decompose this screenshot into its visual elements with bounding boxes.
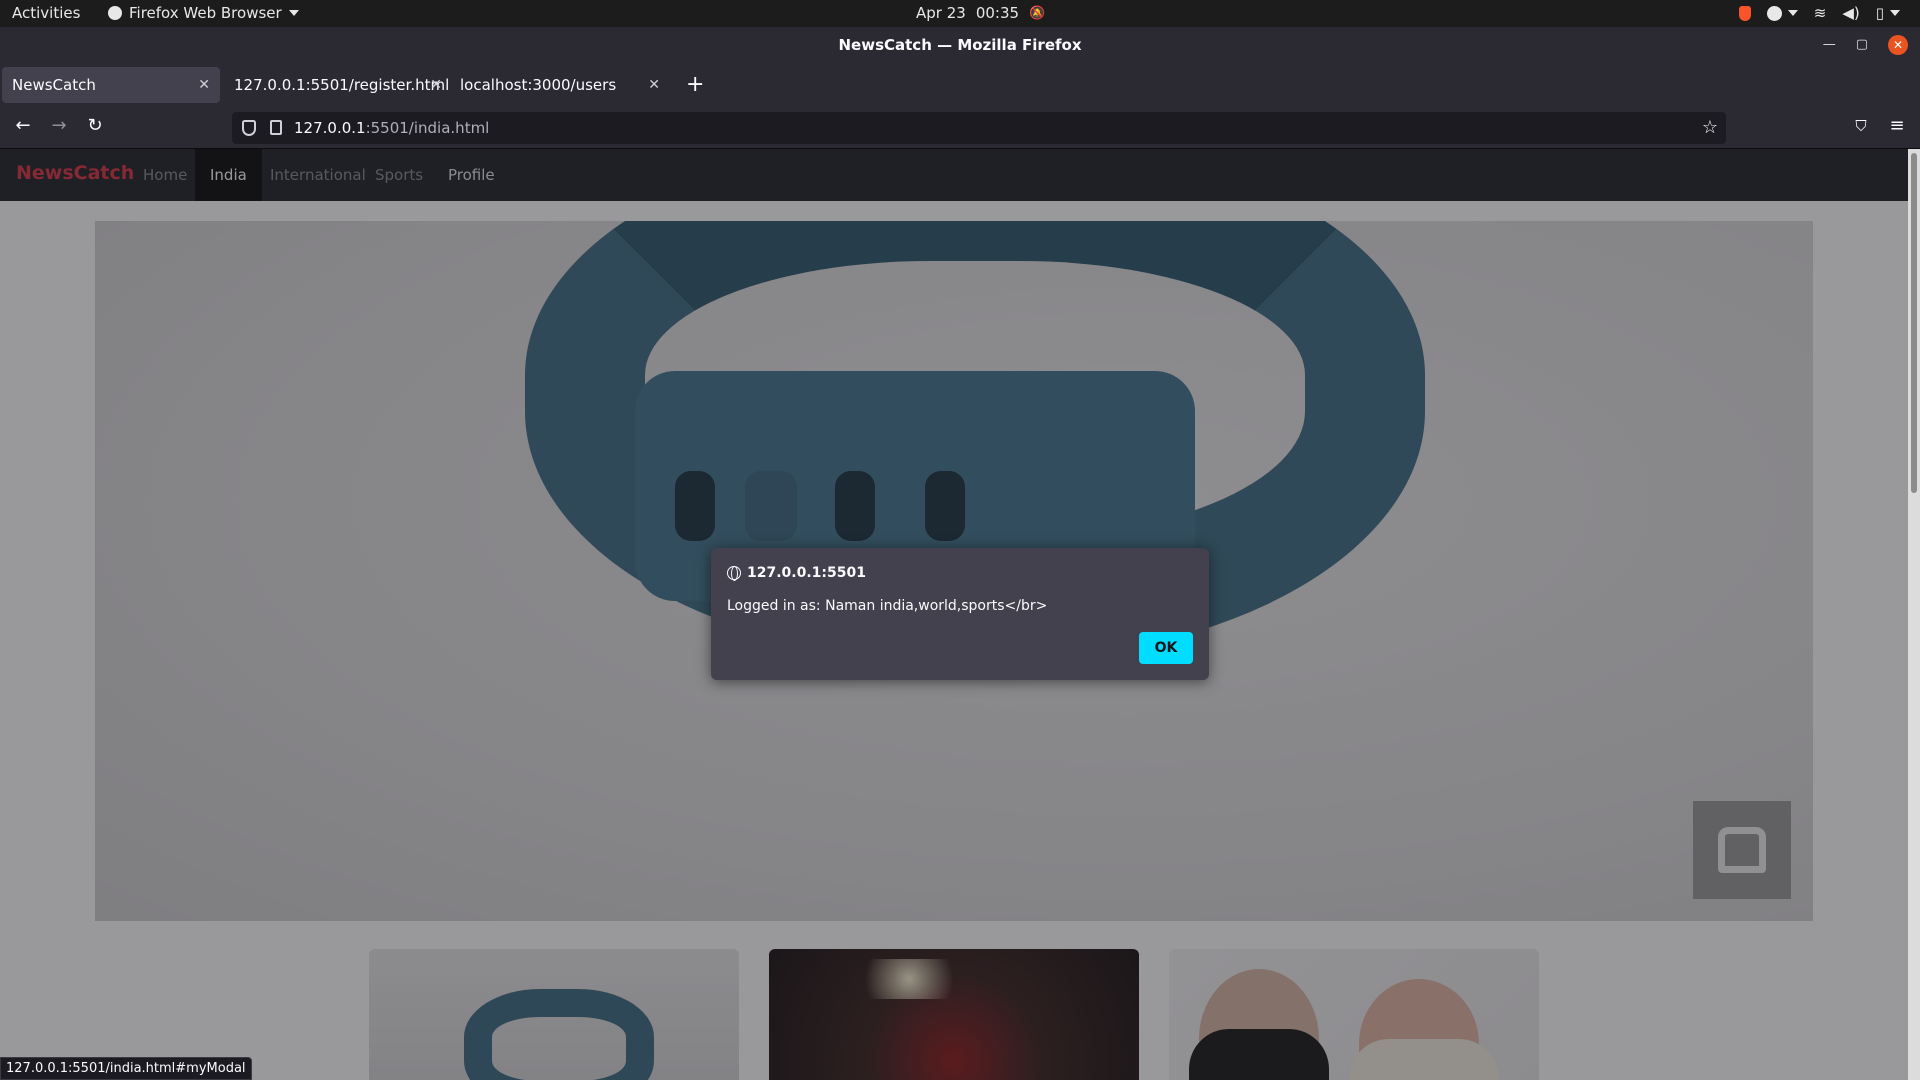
tab-label: NewsCatch [12,76,96,94]
pocket-icon[interactable]: ⛉ [1848,117,1874,135]
activities-button[interactable]: Activities [12,4,80,22]
tab-register[interactable]: 127.0.0.1:5501/register.html ✕ [224,67,449,103]
url-bar[interactable]: 127.0.0.1:5501/india.html ☆ [232,112,1726,144]
reload-icon[interactable]: ↻ [82,115,108,136]
dialog-origin: 127.0.0.1:5501 [727,565,866,581]
close-tab-icon[interactable]: ✕ [648,67,660,103]
brave-icon[interactable] [1738,5,1751,21]
tab-newscatch[interactable]: NewsCatch ✕ [2,67,220,103]
back-icon[interactable]: ← [10,115,36,136]
maximize-icon[interactable]: ▢ [1856,35,1868,55]
app-menu-label: Firefox Web Browser [129,4,282,22]
app-menu[interactable]: Firefox Web Browser [108,4,299,22]
accessibility-icon[interactable] [1766,5,1798,21]
new-tab-icon[interactable]: + [686,69,704,101]
window-title: NewsCatch — Mozilla Firefox [838,36,1082,54]
dialog-message: Logged in as: Naman india,world,sports</… [727,598,1048,614]
wifi-icon[interactable]: ≋ [1814,4,1827,22]
system-tray[interactable]: ≋ ◀) ▯ [1738,4,1900,22]
dialog-origin-text: 127.0.0.1:5501 [747,565,866,581]
tab-label: localhost:3000/users [460,76,617,94]
globe-icon [727,566,741,581]
clock-time: 00:35 [975,4,1020,22]
notifications-muted-icon: 🔕 [1029,5,1046,21]
bookmark-star-icon[interactable]: ☆ [1702,112,1718,144]
page-scrollbar[interactable] [1908,149,1920,1080]
tab-strip: NewsCatch ✕ 127.0.0.1:5501/register.html… [0,63,1920,107]
alert-dialog: 127.0.0.1:5501 Logged in as: Naman india… [711,548,1209,680]
url-text[interactable]: 127.0.0.1:5501/india.html [294,112,489,144]
status-bar-url: 127.0.0.1:5501/india.html#myModal [0,1057,252,1080]
scrollbar-thumb[interactable] [1911,153,1917,493]
tab-users[interactable]: localhost:3000/users ✕ [450,67,670,103]
tab-label: 127.0.0.1:5501/register.html [234,76,450,94]
volume-icon[interactable]: ◀) [1842,4,1859,22]
system-top-bar: Activities Firefox Web Browser Apr 23 00… [0,0,1920,27]
close-icon[interactable]: ✕ [1888,35,1908,55]
clock[interactable]: Apr 23 00:35 🔕 [916,4,1045,22]
minimize-icon[interactable]: — [1823,35,1836,55]
hamburger-menu-icon[interactable]: ≡ [1884,115,1910,136]
close-tab-icon[interactable]: ✕ [430,67,442,103]
close-tab-icon[interactable]: ✕ [198,67,210,103]
ok-button[interactable]: OK [1139,632,1193,664]
power-icon[interactable]: ▯ [1876,4,1900,22]
firefox-icon [108,6,122,20]
navigation-toolbar: ← → ↻ 127.0.0.1:5501/india.html ☆ ⛉ ≡ [0,107,1920,149]
clock-date: Apr 23 [916,4,966,22]
tracking-protection-icon[interactable] [242,120,256,136]
forward-icon[interactable]: → [46,115,72,136]
window-titlebar: NewsCatch — Mozilla Firefox — ▢ ✕ [0,27,1920,63]
page-info-icon[interactable] [270,120,282,135]
chevron-down-icon [288,10,299,16]
